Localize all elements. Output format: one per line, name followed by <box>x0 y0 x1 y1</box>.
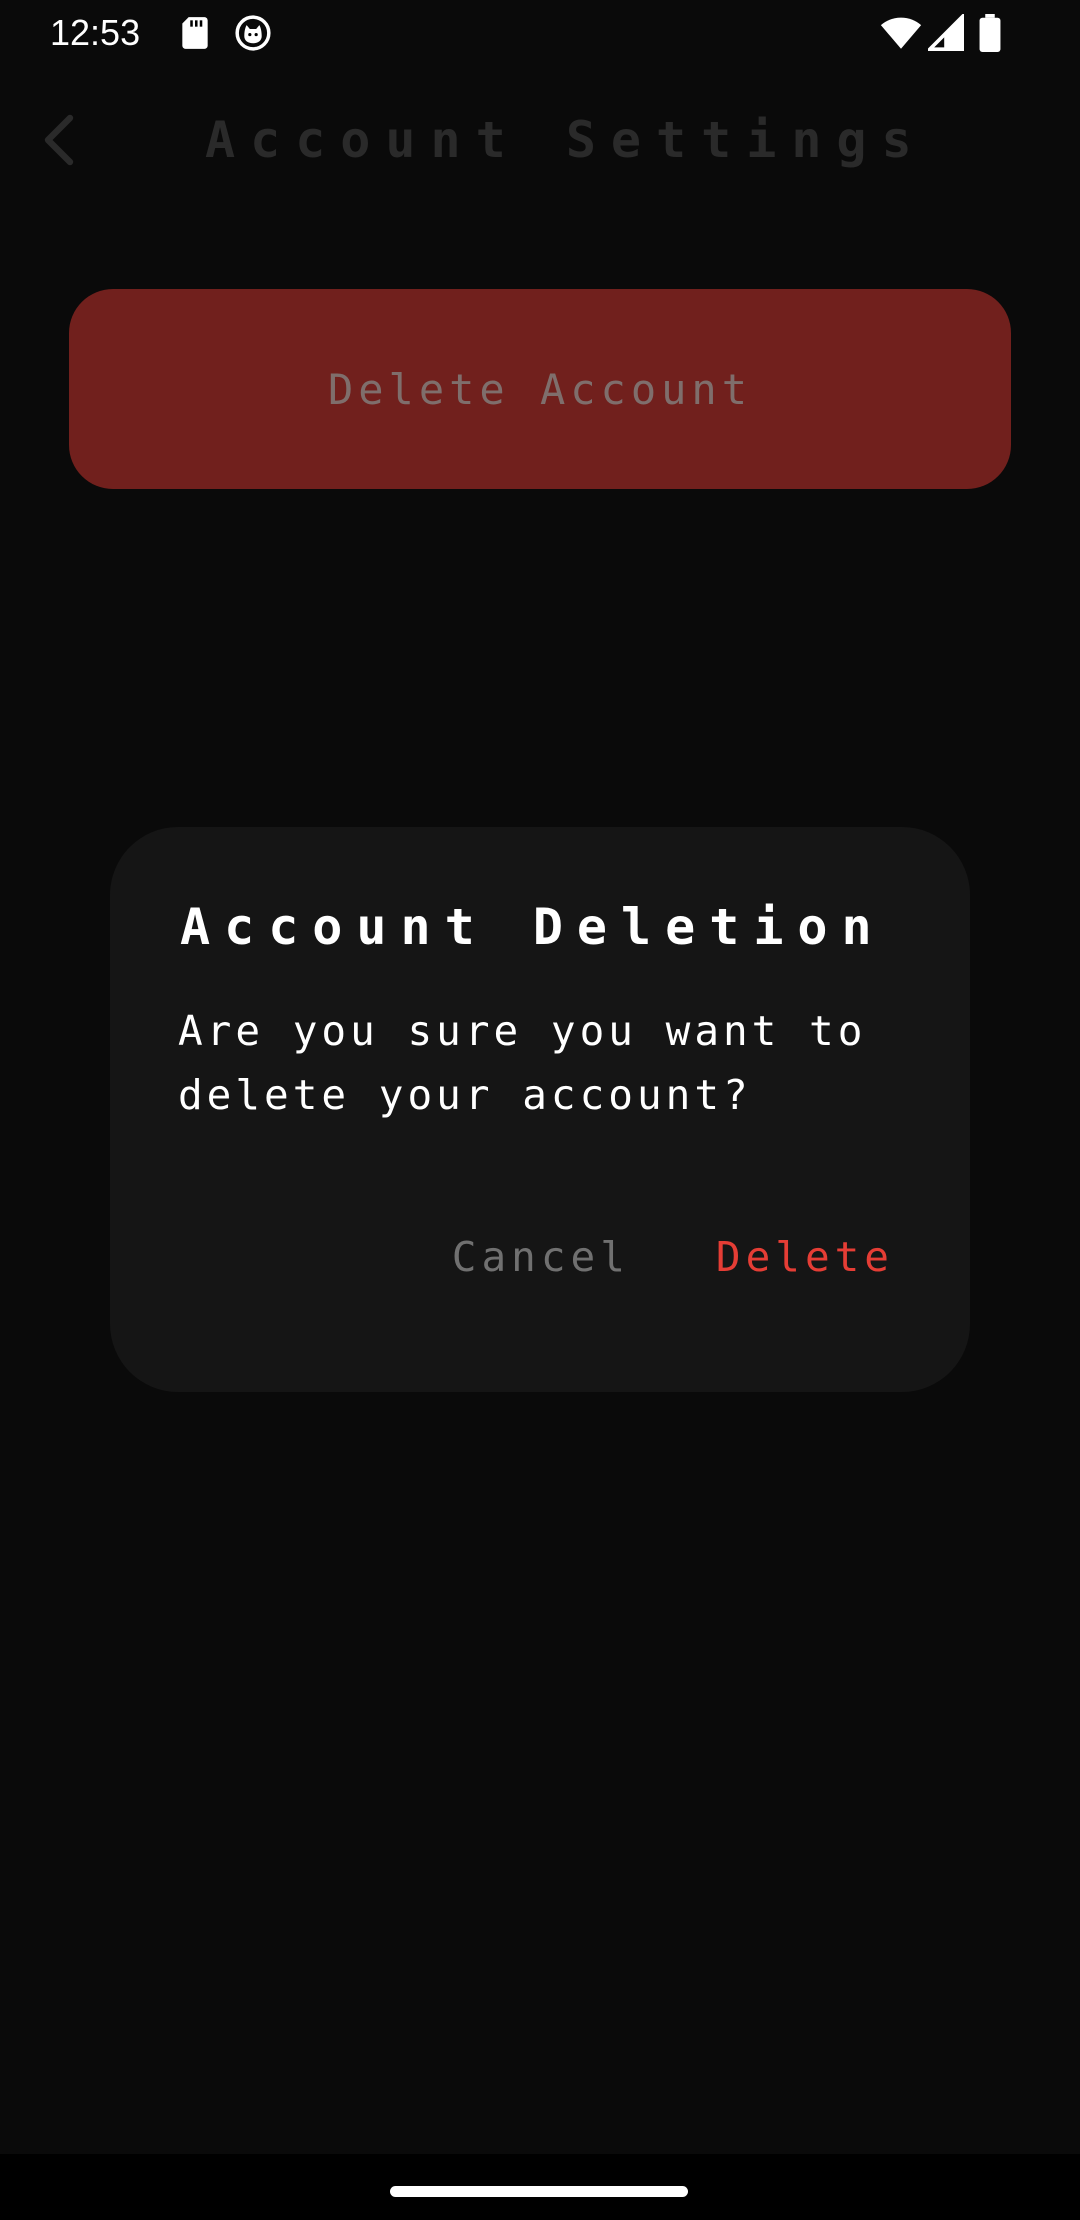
dialog-title: Account Deletion <box>180 898 886 956</box>
screen: 12:53 Account Settings Delete Account Ac… <box>0 0 1080 2220</box>
account-deletion-dialog: Account Deletion Are you sure you want t… <box>110 827 970 1392</box>
delete-account-label: Delete Account <box>327 364 752 414</box>
navigation-bar <box>0 2154 1080 2220</box>
delete-account-button[interactable]: Delete Account <box>69 289 1011 489</box>
home-indicator[interactable] <box>390 2186 688 2197</box>
page-title: Account Settings <box>205 111 927 169</box>
dialog-actions: Cancel Delete <box>452 1222 894 1292</box>
status-time: 12:53 <box>50 12 141 53</box>
wifi-icon <box>880 17 922 49</box>
back-button[interactable] <box>30 110 90 170</box>
app-bar: Account Settings <box>0 90 1080 190</box>
battery-icon <box>979 14 1001 52</box>
sd-card-icon <box>182 17 208 49</box>
dialog-message: Are you sure you want to delete your acc… <box>178 1007 867 1119</box>
status-bar: 12:53 <box>0 0 1080 66</box>
confirm-delete-button[interactable]: Delete <box>716 1233 894 1281</box>
cancel-button[interactable]: Cancel <box>452 1233 630 1281</box>
cat-face-icon <box>235 15 271 51</box>
chevron-left-icon <box>44 114 74 166</box>
cell-signal-icon <box>928 14 964 51</box>
